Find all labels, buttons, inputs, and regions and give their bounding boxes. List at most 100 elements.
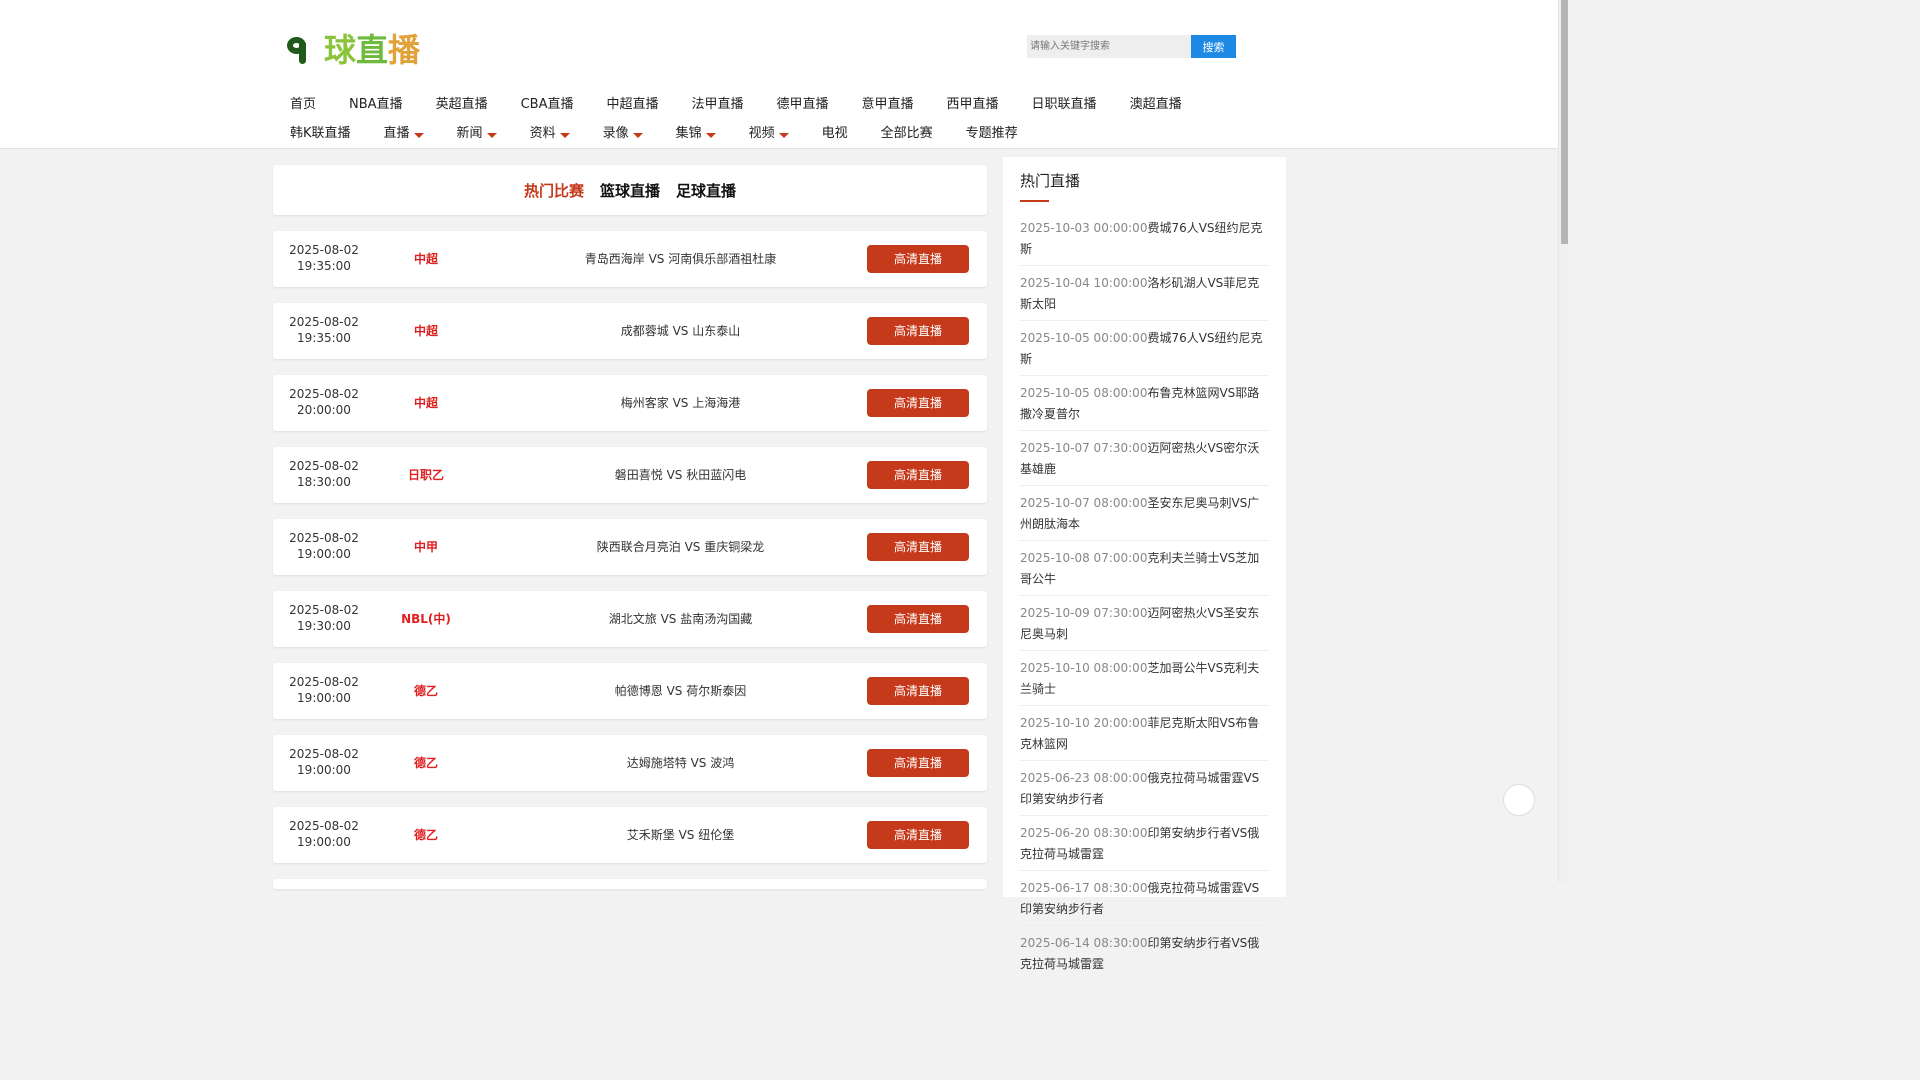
nav-item-nba[interactable]: NBA直播 <box>332 90 419 119</box>
live-item[interactable]: 2025-06-17 08:30:00俄克拉荷马城雷霆VS印第安纳步行者 <box>1020 876 1269 926</box>
live-item[interactable]: 2025-06-14 08:30:00印第安纳步行者VS俄克拉荷马城雷霆 <box>1020 931 1269 981</box>
nav-item-kleague[interactable]: 韩K联直播 <box>273 119 367 148</box>
match-teams[interactable]: 成都蓉城 VS 山东泰山 <box>503 303 858 359</box>
match-teams[interactable]: 磐田喜悦 VS 秋田蓝闪电 <box>503 447 858 503</box>
nav-item-aleague[interactable]: 澳超直播 <box>1113 90 1198 119</box>
live-item[interactable]: 2025-10-09 07:30:00迈阿密热火VS圣安东尼奥马刺 <box>1020 601 1269 651</box>
tab-hot-matches[interactable]: 热门比赛 <box>524 180 584 201</box>
main-nav: 首页 NBA直播 英超直播 CBA直播 中超直播 法甲直播 德甲直播 意甲直播 … <box>273 90 1213 148</box>
live-item[interactable]: 2025-06-20 08:30:00印第安纳步行者VS俄克拉荷马城雷霆 <box>1020 821 1269 871</box>
match-time: 2025-08-02 19:00:00 <box>289 819 359 849</box>
logo-text: 球直播 <box>324 31 421 69</box>
match-row: 2025-08-02 19:00:00 德乙 达姆施塔特 VS 波鸿 高清直播 <box>273 735 987 791</box>
live-item[interactable]: 2025-10-04 10:00:00洛杉矶湖人VS菲尼克斯太阳 <box>1020 271 1269 321</box>
nav-item-live[interactable]: 直播 <box>367 119 440 148</box>
match-row: 2025-08-02 19:00:00 德乙 艾禾斯堡 VS 纽伦堡 高清直播 <box>273 807 987 863</box>
search-button[interactable]: 搜索 <box>1191 35 1236 58</box>
nav-item-jleague[interactable]: 日职联直播 <box>1015 90 1113 119</box>
hd-live-button[interactable]: 高清直播 <box>867 605 969 633</box>
match-league[interactable]: 德乙 <box>381 807 471 863</box>
match-time: 2025-08-02 19:35:00 <box>289 243 359 273</box>
site-header: 球直播 搜索 首页 NBA直播 英超直播 CBA直播 中超直播 法甲直播 德甲直… <box>0 0 1558 149</box>
hd-live-button[interactable]: 高清直播 <box>867 749 969 777</box>
caret-down-icon <box>486 133 497 138</box>
match-league[interactable]: 中甲 <box>381 519 471 575</box>
caret-down-icon <box>559 133 570 138</box>
nav-item-ligue1[interactable]: 法甲直播 <box>674 90 759 119</box>
nav-item-all-matches[interactable]: 全部比赛 <box>864 119 949 148</box>
nav-item-cba[interactable]: CBA直播 <box>504 90 590 119</box>
live-item[interactable]: 2025-10-05 00:00:00费城76人VS纽约尼克斯 <box>1020 326 1269 376</box>
match-row: 2025-08-02 19:00:00 中甲 陕西联合月亮泊 VS 重庆铜梁龙 高… <box>273 519 987 575</box>
nav-item-news[interactable]: 新闻 <box>440 119 513 148</box>
nav-item-csl[interactable]: 中超直播 <box>589 90 674 119</box>
match-row: 2025-08-02 19:35:00 中超 成都蓉城 VS 山东泰山 高清直播 <box>273 303 987 359</box>
scrollbar-thumb[interactable] <box>1561 0 1568 244</box>
match-league[interactable]: 德乙 <box>381 663 471 719</box>
caret-down-icon <box>632 133 643 138</box>
match-tabs: 热门比赛 篮球直播 足球直播 <box>273 165 987 215</box>
nav-item-tv[interactable]: 电视 <box>805 119 864 148</box>
nav-label: 集锦 <box>675 125 702 141</box>
nav-item-seriea[interactable]: 意甲直播 <box>845 90 930 119</box>
hd-live-button[interactable]: 高清直播 <box>867 245 969 273</box>
caret-down-icon <box>413 133 424 138</box>
match-row: 2025-08-02 19:30:00 NBL(中) 湖北文旅 VS 盐南汤沟国藏… <box>273 591 987 647</box>
match-league[interactable]: NBL(中) <box>381 591 471 647</box>
nav-label: 电视 <box>821 125 848 141</box>
match-time: 2025-08-02 19:30:00 <box>289 603 359 633</box>
match-time: 2025-08-02 18:30:00 <box>289 459 359 489</box>
hot-live-sidebar: 热门直播 2025-10-03 00:00:00费城76人VS纽约尼克斯 202… <box>1003 157 1286 981</box>
match-teams[interactable]: 湖北文旅 VS 盐南汤沟国藏 <box>503 591 858 647</box>
page-scrollbar[interactable] <box>1558 0 1568 882</box>
live-item[interactable]: 2025-10-10 20:00:00菲尼克斯太阳VS布鲁克林篮网 <box>1020 711 1269 761</box>
tab-football-live[interactable]: 足球直播 <box>676 180 736 201</box>
live-item[interactable]: 2025-10-03 00:00:00费城76人VS纽约尼克斯 <box>1020 216 1269 266</box>
live-item[interactable]: 2025-10-07 08:00:00圣安东尼奥马刺VS广州朗肽海本 <box>1020 491 1269 541</box>
nav-label: 资料 <box>529 125 556 141</box>
match-time: 2025-08-02 20:00:00 <box>289 387 359 417</box>
match-row: 2025-08-02 20:00:00 中超 梅州客家 VS 上海海港 高清直播 <box>273 375 987 431</box>
site-logo[interactable]: 球直播 <box>286 28 421 69</box>
match-teams[interactable]: 青岛西海岸 VS 河南俱乐部酒祖杜康 <box>503 231 858 287</box>
match-time: 2025-08-02 19:00:00 <box>289 675 359 705</box>
hd-live-button[interactable]: 高清直播 <box>867 389 969 417</box>
nav-item-home[interactable]: 首页 <box>273 90 332 119</box>
nav-item-topics[interactable]: 专题推荐 <box>949 119 1034 148</box>
hd-live-button[interactable]: 高清直播 <box>867 533 969 561</box>
nav-item-video[interactable]: 视频 <box>732 119 805 148</box>
match-league[interactable]: 中超 <box>381 303 471 359</box>
match-teams[interactable]: 达姆施塔特 VS 波鸿 <box>503 735 858 791</box>
match-league[interactable]: 德乙 <box>381 735 471 791</box>
nav-label: 专题推荐 <box>965 125 1018 141</box>
hd-live-button[interactable]: 高清直播 <box>867 461 969 489</box>
live-item[interactable]: 2025-10-07 07:30:00迈阿密热火VS密尔沃基雄鹿 <box>1020 436 1269 486</box>
sidebar-title: 热门直播 <box>1020 172 1081 190</box>
nav-item-epl[interactable]: 英超直播 <box>419 90 504 119</box>
hd-live-button[interactable]: 高清直播 <box>867 317 969 345</box>
live-item[interactable]: 2025-10-10 08:00:00芝加哥公牛VS克利夫兰骑士 <box>1020 656 1269 706</box>
nav-item-laliga[interactable]: 西甲直播 <box>930 90 1015 119</box>
tab-basketball-live[interactable]: 篮球直播 <box>600 180 660 201</box>
match-row: 2025-08-02 18:30:00 日职乙 磐田喜悦 VS 秋田蓝闪电 高清直… <box>273 447 987 503</box>
nav-item-highlights[interactable]: 集锦 <box>659 119 732 148</box>
live-item[interactable]: 2025-10-05 08:00:00布鲁克林篮网VS耶路撒冷夏普尔 <box>1020 381 1269 431</box>
hd-live-button[interactable]: 高清直播 <box>867 821 969 849</box>
live-item[interactable]: 2025-10-08 07:00:00克利夫兰骑士VS芝加哥公牛 <box>1020 546 1269 596</box>
match-league[interactable]: 中超 <box>381 231 471 287</box>
nav-label: 新闻 <box>456 125 483 141</box>
nav-item-data[interactable]: 资料 <box>513 119 586 148</box>
nav-item-bundesliga[interactable]: 德甲直播 <box>760 90 845 119</box>
nav-item-replay[interactable]: 录像 <box>586 119 659 148</box>
match-teams[interactable]: 艾禾斯堡 VS 纽伦堡 <box>503 807 858 863</box>
back-to-top-button[interactable] <box>1503 784 1535 816</box>
match-league[interactable]: 日职乙 <box>381 447 471 503</box>
search-input[interactable] <box>1027 35 1191 58</box>
match-teams[interactable]: 梅州客家 VS 上海海港 <box>503 375 858 431</box>
hd-live-button[interactable]: 高清直播 <box>867 677 969 705</box>
match-teams[interactable]: 帕德博恩 VS 荷尔斯泰因 <box>503 663 858 719</box>
match-teams[interactable]: 陕西联合月亮泊 VS 重庆铜梁龙 <box>503 519 858 575</box>
live-item[interactable]: 2025-06-23 08:00:00俄克拉荷马城雷霆VS印第安纳步行者 <box>1020 766 1269 816</box>
match-league[interactable]: 中超 <box>381 375 471 431</box>
caret-down-icon <box>778 133 789 138</box>
